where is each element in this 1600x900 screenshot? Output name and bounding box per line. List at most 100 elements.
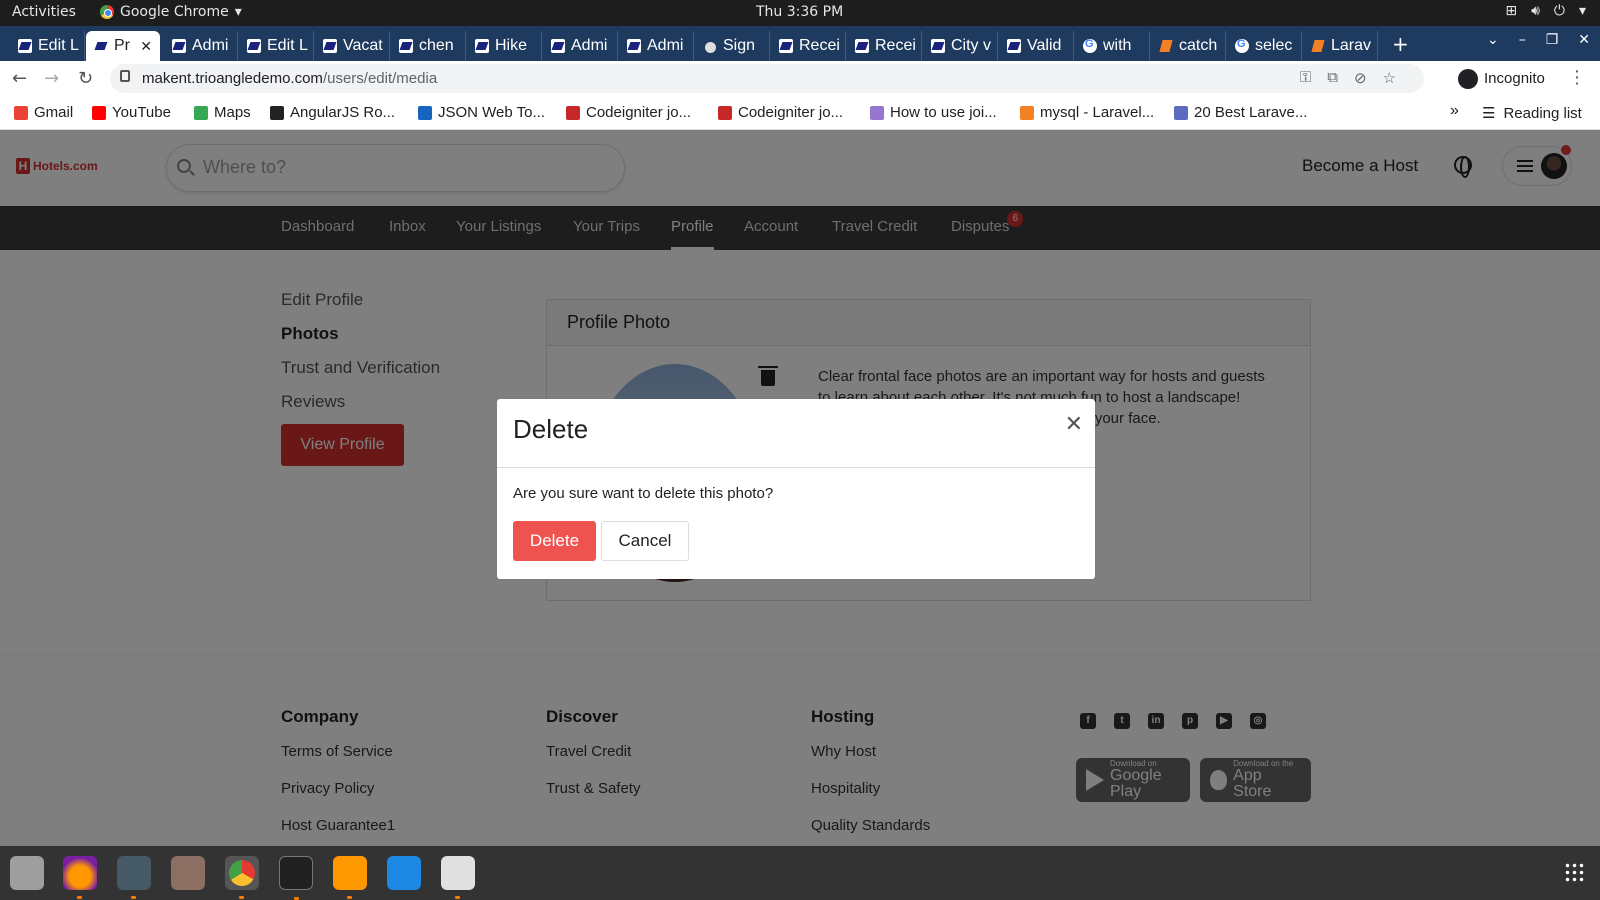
app-menu[interactable]: Google Chrome ▾: [100, 4, 242, 20]
bookmark-item[interactable]: JSON Web To...: [418, 104, 545, 121]
google-favicon-icon: [1083, 38, 1097, 53]
code-editor-icon[interactable]: [117, 856, 151, 899]
bookmark-item[interactable]: How to use joi...: [870, 104, 997, 121]
bookmark-youtube[interactable]: YouTube: [92, 104, 171, 121]
confirm-delete-button[interactable]: Delete: [513, 521, 596, 561]
gmail-icon: [14, 105, 28, 120]
bookmark-maps[interactable]: Maps: [194, 104, 251, 121]
network-icon: ⊞: [1505, 3, 1518, 19]
star-icon[interactable]: ☆: [1383, 69, 1396, 87]
browser-tab[interactable]: Edit L: [239, 31, 314, 61]
chevron-right-double-icon[interactable]: »: [1450, 102, 1459, 120]
bookmark-favicon-icon: [270, 105, 284, 120]
browser-tab[interactable]: Vacat: [315, 31, 390, 61]
tab-strip: Edit L Pr ✕ Admi Edit L Vacat chen Hike A…: [0, 26, 1600, 61]
page-content: HHotels.com Where to? Become a Host Dash…: [0, 130, 1600, 846]
chrome-icon[interactable]: [225, 856, 259, 899]
bookmark-item[interactable]: mysql - Laravel...: [1020, 104, 1154, 121]
modal-header: Delete ✕: [497, 399, 1095, 468]
maps-icon: [194, 105, 208, 120]
bookmark-item[interactable]: Codeigniter jo...: [718, 104, 843, 121]
lock-icon[interactable]: [120, 70, 130, 82]
browser-tab[interactable]: Valid: [999, 31, 1074, 61]
chevron-down-icon: ▾: [234, 4, 242, 20]
minimize-icon[interactable]: –: [1519, 32, 1526, 48]
chrome-logo: [229, 860, 255, 886]
bookmark-favicon-icon: [1020, 105, 1034, 120]
app-name: Google Chrome: [120, 4, 229, 20]
eye-off-icon[interactable]: ⊘: [1354, 69, 1367, 87]
browser-toolbar: ← → ↻ makent.trioangledemo.com/users/edi…: [0, 61, 1600, 96]
tab-search-icon[interactable]: ⌄: [1487, 32, 1499, 48]
browser-tab[interactable]: selec: [1227, 31, 1302, 61]
bookmark-favicon-icon: [870, 105, 884, 120]
forward-icon[interactable]: →: [44, 68, 59, 89]
site-favicon-icon: [931, 39, 945, 53]
bookmark-favicon-icon: [718, 105, 732, 120]
site-favicon-icon: [627, 39, 641, 53]
clock[interactable]: Thu 3:36 PM: [756, 4, 843, 20]
bookmark-favicon-icon: [1174, 105, 1188, 120]
browser-tab-active[interactable]: Pr ✕: [86, 31, 160, 61]
address-bar[interactable]: makent.trioangledemo.com/users/edit/medi…: [110, 64, 1424, 93]
youtube-icon: [92, 105, 106, 120]
back-icon[interactable]: ←: [12, 68, 27, 89]
close-icon[interactable]: ✕: [1065, 411, 1083, 437]
bookmark-item[interactable]: Codeigniter jo...: [566, 104, 691, 121]
browser-tab[interactable]: Admi: [619, 31, 694, 61]
volume-icon: 🔊︎: [1531, 3, 1540, 19]
terminal-icon[interactable]: [279, 856, 313, 900]
show-apps-icon[interactable]: [1564, 862, 1586, 884]
bookmark-favicon-icon: [418, 105, 432, 120]
browser-tab[interactable]: Recei: [847, 31, 922, 61]
modal-title: Delete: [513, 414, 589, 444]
maximize-icon[interactable]: ❐: [1546, 32, 1559, 48]
site-favicon-icon: [323, 39, 337, 53]
apple-favicon-icon: [703, 39, 717, 53]
bookmark-item[interactable]: 20 Best Larave...: [1174, 104, 1307, 121]
activities-button[interactable]: Activities: [12, 4, 76, 20]
browser-tab[interactable]: Hike: [467, 31, 542, 61]
file-manager-icon[interactable]: [171, 856, 205, 890]
incognito-badge[interactable]: Incognito: [1452, 64, 1555, 93]
vscode-icon[interactable]: [387, 856, 421, 890]
translate-icon[interactable]: ⧉: [1327, 69, 1338, 87]
calculator-icon[interactable]: [441, 856, 475, 899]
firefox-icon[interactable]: [63, 856, 97, 899]
browser-tab[interactable]: with: [1075, 31, 1150, 61]
delete-photo-modal: Delete ✕ Are you sure want to delete thi…: [497, 399, 1095, 579]
browser-tab[interactable]: chen: [391, 31, 466, 61]
site-favicon-icon: [247, 39, 261, 53]
site-favicon-icon: [551, 39, 565, 53]
cancel-button[interactable]: Cancel: [601, 521, 689, 561]
close-tab-icon[interactable]: ✕: [140, 38, 152, 55]
reading-list-button[interactable]: ☰ Reading list: [1482, 104, 1582, 123]
browser-tab[interactable]: Larav: [1303, 31, 1378, 61]
reload-icon[interactable]: ↻: [78, 68, 93, 89]
site-favicon-icon: [475, 39, 489, 53]
site-favicon-icon: [855, 39, 869, 53]
screenshot-icon[interactable]: [10, 856, 44, 890]
site-favicon-icon: [779, 39, 793, 53]
browser-tab[interactable]: City v: [923, 31, 998, 61]
bookmark-item[interactable]: AngularJS Ro...: [270, 104, 395, 121]
bookmark-gmail[interactable]: Gmail: [14, 104, 73, 121]
close-window-icon[interactable]: ✕: [1578, 32, 1590, 48]
new-tab-button[interactable]: +: [1392, 32, 1409, 56]
stackoverflow-favicon-icon: [1159, 39, 1173, 53]
browser-tab[interactable]: Edit L: [10, 31, 85, 61]
key-icon[interactable]: ⚿: [1300, 69, 1311, 87]
browser-tab[interactable]: Admi: [543, 31, 618, 61]
bookmarks-bar: Gmail YouTube Maps AngularJS Ro... JSON …: [0, 96, 1600, 130]
sublime-icon[interactable]: [333, 856, 367, 899]
browser-tab[interactable]: catch: [1151, 31, 1226, 61]
url-text: makent.trioangledemo.com/users/edit/medi…: [142, 70, 438, 87]
window-controls: ⌄ – ❐ ✕: [1487, 32, 1590, 48]
system-tray[interactable]: ⊞ 🔊︎ ⏻ ▾: [1505, 3, 1586, 19]
chevron-down-icon: ▾: [1578, 3, 1586, 19]
browser-tab[interactable]: Sign: [695, 31, 770, 61]
kebab-menu-icon[interactable]: ⋮: [1568, 67, 1586, 88]
browser-tab[interactable]: Recei: [771, 31, 846, 61]
browser-tab[interactable]: Admi: [164, 31, 238, 61]
modal-message: Are you sure want to delete this photo?: [513, 485, 774, 502]
